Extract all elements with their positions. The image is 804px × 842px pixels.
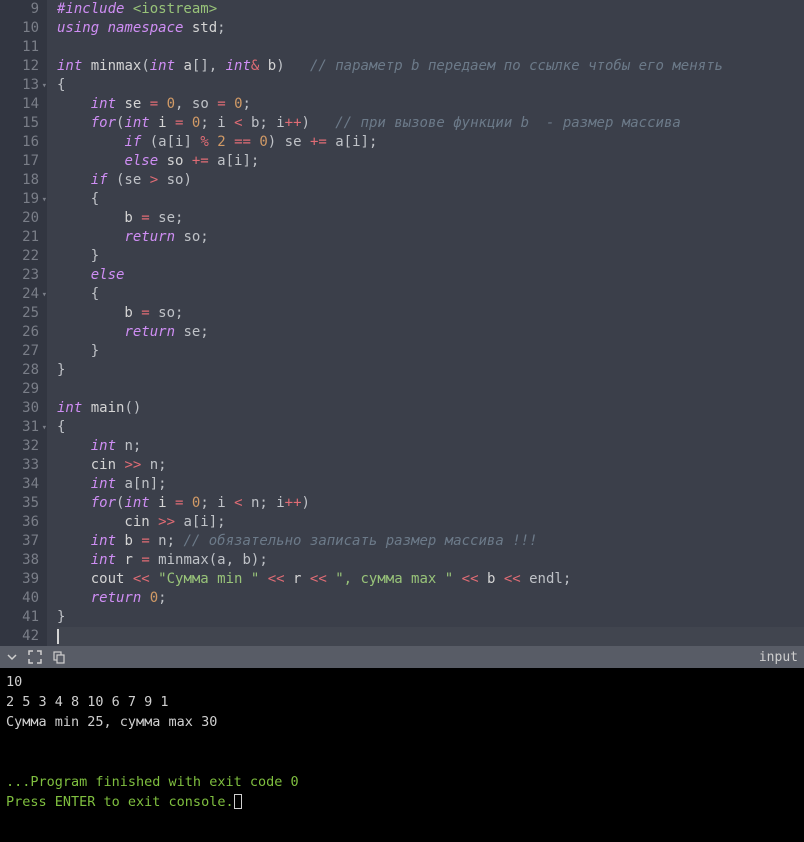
chevron-down-icon[interactable] xyxy=(6,651,18,663)
line-number: 25 xyxy=(0,304,39,323)
code-line[interactable] xyxy=(57,380,804,399)
code-line[interactable]: { xyxy=(57,418,804,437)
code-line[interactable]: } xyxy=(57,608,804,627)
code-line[interactable]: for(int i = 0; i < b; i++) // при вызове… xyxy=(57,114,804,133)
code-line[interactable]: int se = 0, so = 0; xyxy=(57,95,804,114)
line-number: 10 xyxy=(0,19,39,38)
fold-icon[interactable]: ▾ xyxy=(42,191,47,210)
terminal-tab-label[interactable]: input xyxy=(759,650,798,665)
code-line[interactable]: int minmax(int a[], int& b) // параметр … xyxy=(57,57,804,76)
code-line[interactable]: } xyxy=(57,247,804,266)
line-number: 40 xyxy=(0,589,39,608)
code-line[interactable]: int main() xyxy=(57,399,804,418)
line-number: 15 xyxy=(0,114,39,133)
line-number: 42 xyxy=(0,627,39,646)
code-line[interactable]: else so += a[i]; xyxy=(57,152,804,171)
code-line[interactable]: else xyxy=(57,266,804,285)
fold-icon[interactable]: ▾ xyxy=(42,419,47,438)
code-area[interactable]: #include <iostream>using namespace std; i… xyxy=(47,0,804,646)
line-number: 31▾ xyxy=(0,418,39,437)
expand-icon[interactable] xyxy=(28,650,42,664)
code-line[interactable]: return se; xyxy=(57,323,804,342)
code-line[interactable]: int r = minmax(a, b); xyxy=(57,551,804,570)
code-line[interactable]: int a[n]; xyxy=(57,475,804,494)
terminal-line xyxy=(6,732,798,752)
code-line[interactable]: cout << "Сумма min " << r << ", сумма ma… xyxy=(57,570,804,589)
code-line[interactable] xyxy=(57,627,804,646)
line-number: 32 xyxy=(0,437,39,456)
code-line[interactable]: int b = n; // обязательно записать разме… xyxy=(57,532,804,551)
line-gutter: 910111213▾141516171819▾2021222324▾252627… xyxy=(0,0,47,646)
line-number: 22 xyxy=(0,247,39,266)
line-number: 27 xyxy=(0,342,39,361)
line-number: 19▾ xyxy=(0,190,39,209)
line-number: 41 xyxy=(0,608,39,627)
line-number: 38 xyxy=(0,551,39,570)
line-number: 9 xyxy=(0,0,39,19)
code-line[interactable]: { xyxy=(57,190,804,209)
terminal-line: 10 xyxy=(6,672,798,692)
terminal-cursor xyxy=(234,794,242,809)
code-line[interactable]: } xyxy=(57,361,804,380)
code-line[interactable]: if (se > so) xyxy=(57,171,804,190)
code-editor[interactable]: 910111213▾141516171819▾2021222324▾252627… xyxy=(0,0,804,646)
line-number: 36 xyxy=(0,513,39,532)
line-number: 28 xyxy=(0,361,39,380)
code-line[interactable]: } xyxy=(57,342,804,361)
code-line[interactable]: { xyxy=(57,76,804,95)
terminal-line: Press ENTER to exit console. xyxy=(6,792,798,812)
copy-icon[interactable] xyxy=(52,650,66,664)
fold-icon[interactable]: ▾ xyxy=(42,286,47,305)
line-number: 14 xyxy=(0,95,39,114)
line-number: 17 xyxy=(0,152,39,171)
terminal-output[interactable]: 102 5 3 4 8 10 6 7 9 1Сумма min 25, сумм… xyxy=(0,668,804,842)
code-line[interactable]: b = se; xyxy=(57,209,804,228)
terminal-line: ...Program finished with exit code 0 xyxy=(6,772,798,792)
code-line[interactable]: using namespace std; xyxy=(57,19,804,38)
line-number: 29 xyxy=(0,380,39,399)
code-line[interactable]: return 0; xyxy=(57,589,804,608)
line-number: 37 xyxy=(0,532,39,551)
terminal-line: 2 5 3 4 8 10 6 7 9 1 xyxy=(6,692,798,712)
line-number: 39 xyxy=(0,570,39,589)
line-number: 21 xyxy=(0,228,39,247)
line-number: 33 xyxy=(0,456,39,475)
code-line[interactable]: int n; xyxy=(57,437,804,456)
line-number: 13▾ xyxy=(0,76,39,95)
line-number: 20 xyxy=(0,209,39,228)
terminal-toolbar: input xyxy=(0,646,804,668)
line-number: 35 xyxy=(0,494,39,513)
code-line[interactable]: cin >> a[i]; xyxy=(57,513,804,532)
code-line[interactable]: { xyxy=(57,285,804,304)
line-number: 30 xyxy=(0,399,39,418)
line-number: 12 xyxy=(0,57,39,76)
line-number: 18 xyxy=(0,171,39,190)
line-number: 23 xyxy=(0,266,39,285)
code-line[interactable]: #include <iostream> xyxy=(57,0,804,19)
code-line[interactable]: cin >> n; xyxy=(57,456,804,475)
line-number: 11 xyxy=(0,38,39,57)
line-number: 26 xyxy=(0,323,39,342)
code-line[interactable]: for(int i = 0; i < n; i++) xyxy=(57,494,804,513)
line-number: 24▾ xyxy=(0,285,39,304)
code-line[interactable]: return so; xyxy=(57,228,804,247)
code-line[interactable]: if (a[i] % 2 == 0) se += a[i]; xyxy=(57,133,804,152)
terminal-line xyxy=(6,752,798,772)
code-line[interactable] xyxy=(57,38,804,57)
line-number: 34 xyxy=(0,475,39,494)
code-line[interactable]: b = so; xyxy=(57,304,804,323)
editor-cursor xyxy=(57,629,59,644)
line-number: 16 xyxy=(0,133,39,152)
terminal-line: Сумма min 25, сумма max 30 xyxy=(6,712,798,732)
fold-icon[interactable]: ▾ xyxy=(42,77,47,96)
